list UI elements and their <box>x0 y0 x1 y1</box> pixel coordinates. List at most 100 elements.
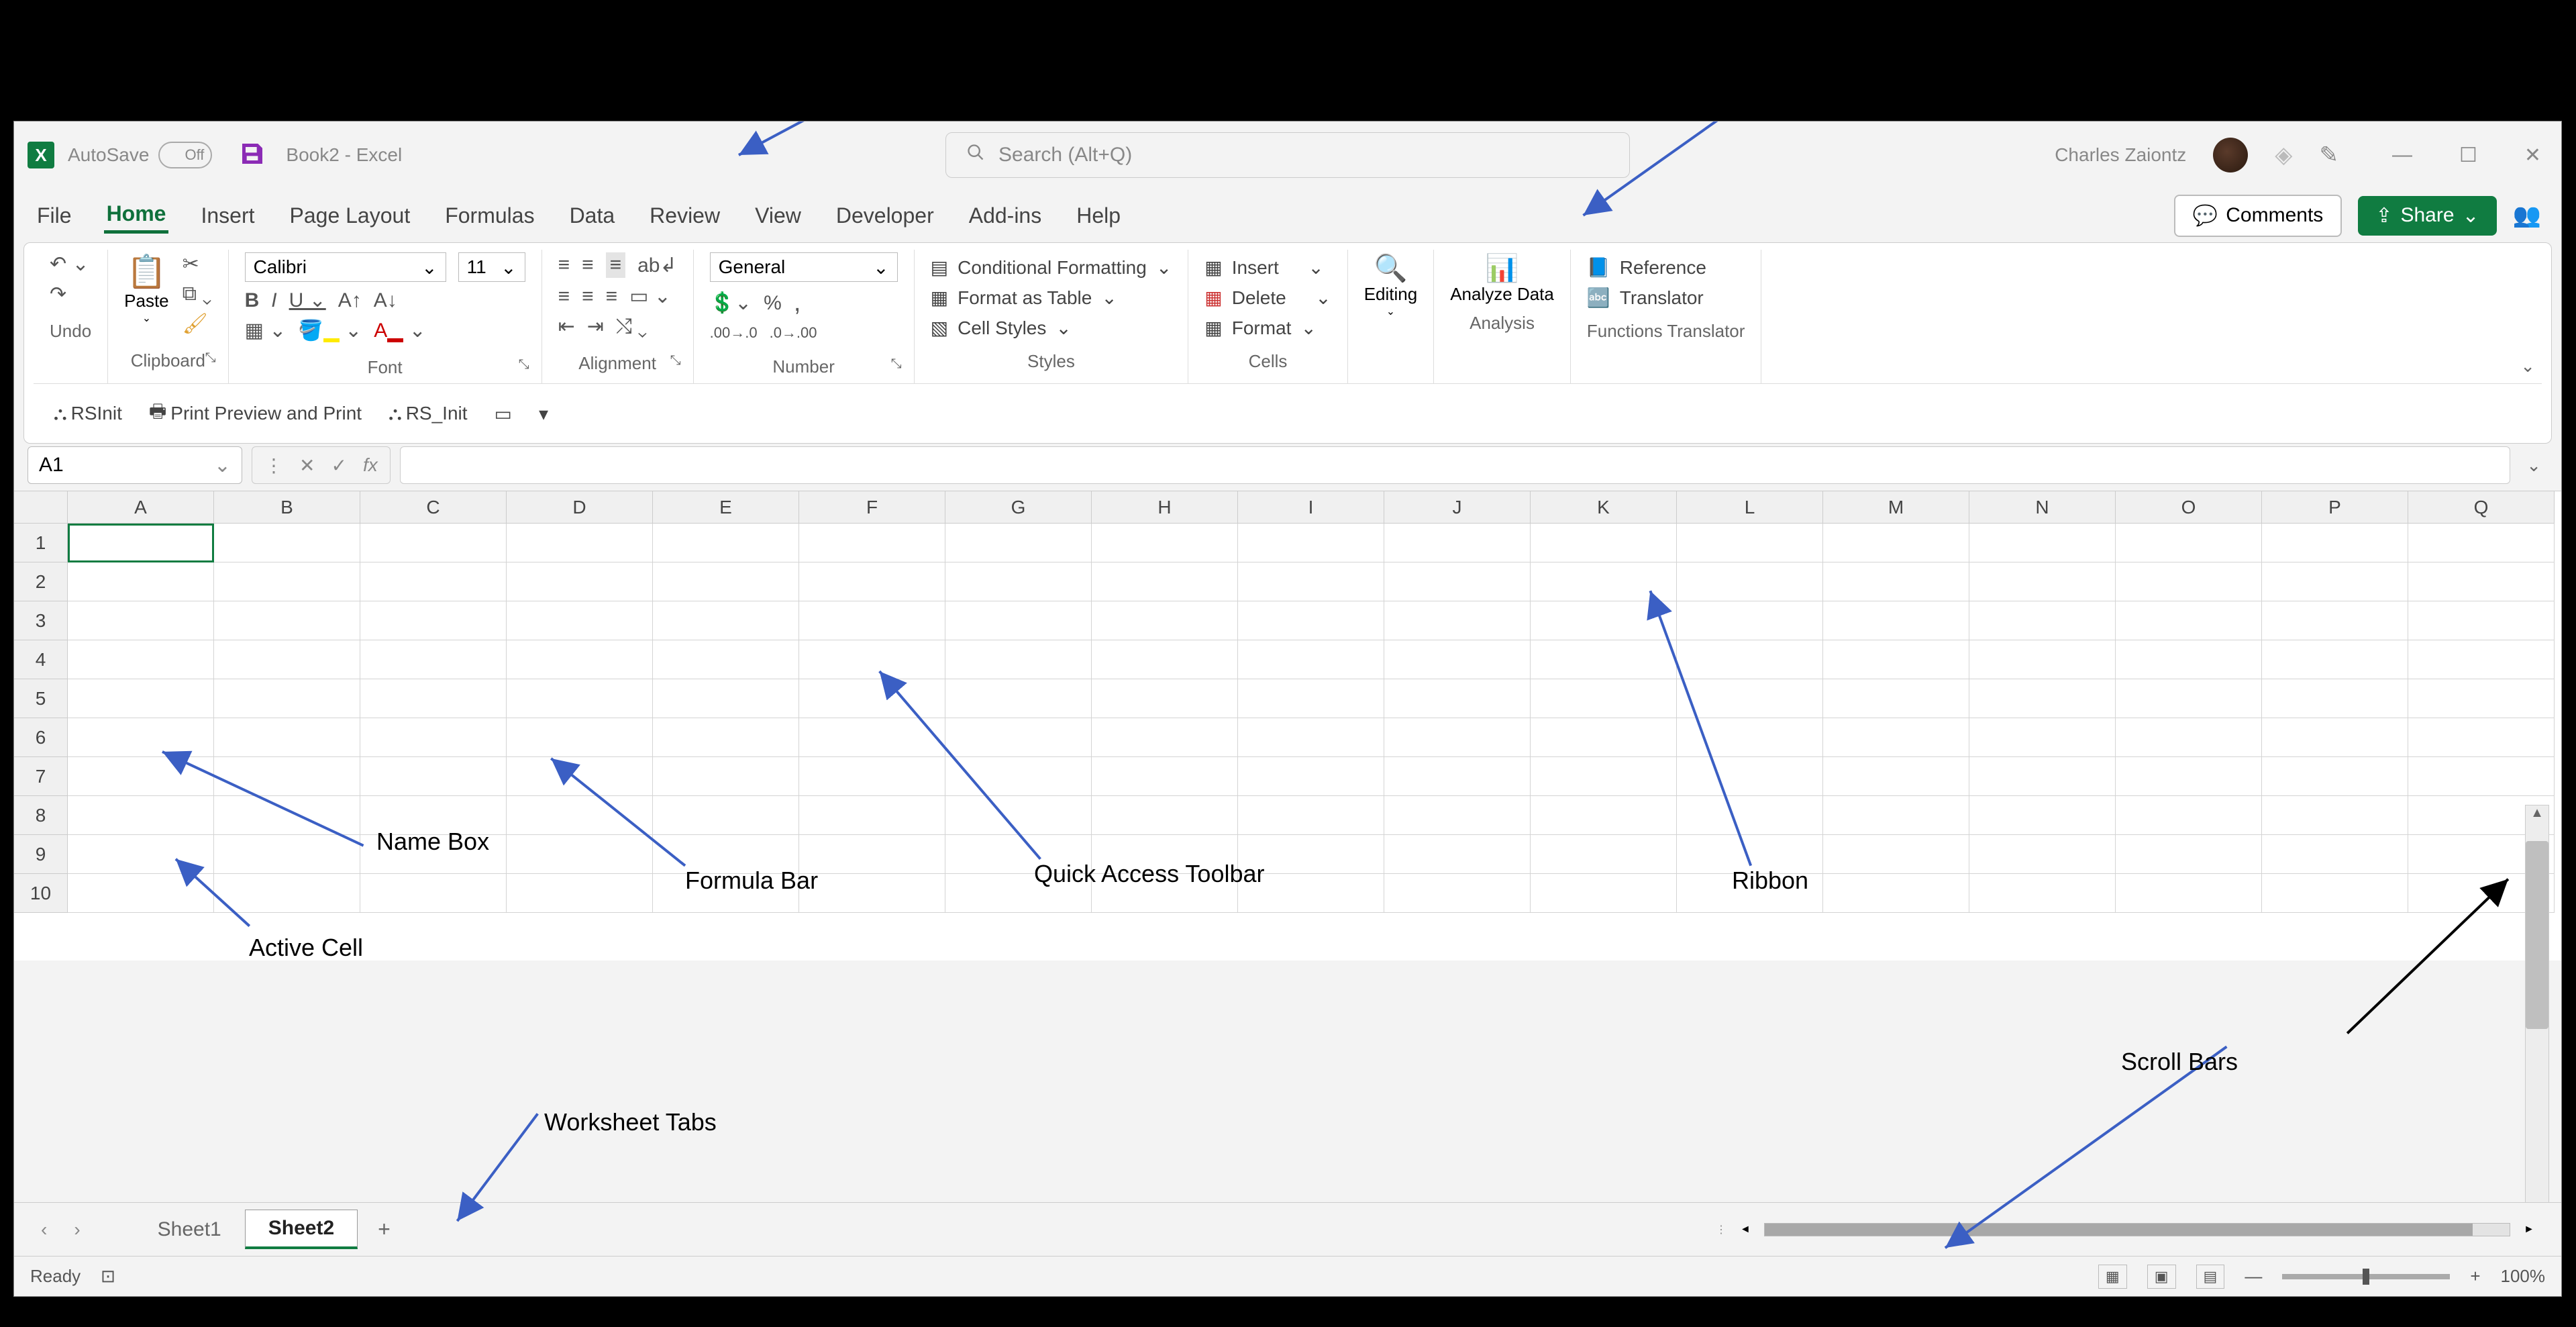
cell[interactable] <box>1531 874 1677 913</box>
cell[interactable] <box>2116 524 2262 562</box>
cell[interactable] <box>1677 718 1823 757</box>
cell[interactable] <box>2116 562 2262 601</box>
cell[interactable] <box>507 874 653 913</box>
cell[interactable] <box>360 640 507 679</box>
hscroll-thumb[interactable] <box>1765 1224 2473 1236</box>
cell[interactable] <box>653 562 799 601</box>
cell[interactable] <box>653 524 799 562</box>
accounting-icon[interactable]: 💲⌄ <box>710 291 752 315</box>
cell[interactable] <box>653 796 799 835</box>
add-sheet-button[interactable]: + <box>358 1217 411 1242</box>
cell[interactable] <box>2116 679 2262 718</box>
col-header-F[interactable]: F <box>799 491 945 524</box>
col-header-P[interactable]: P <box>2262 491 2408 524</box>
cell[interactable] <box>653 601 799 640</box>
cell[interactable] <box>945 640 1092 679</box>
cell[interactable] <box>2262 718 2408 757</box>
scroll-right-icon[interactable]: ► <box>2524 1224 2534 1236</box>
qat-form-icon[interactable]: ▭ <box>495 403 512 425</box>
cell[interactable] <box>1677 679 1823 718</box>
cell[interactable] <box>2262 874 2408 913</box>
cell[interactable] <box>799 835 945 874</box>
sheet-nav-right-icon[interactable]: › <box>60 1219 93 1240</box>
cell[interactable] <box>799 640 945 679</box>
insert-cells-button[interactable]: ▦Insert ⌄ <box>1204 252 1331 283</box>
col-header-L[interactable]: L <box>1677 491 1823 524</box>
cell[interactable] <box>945 601 1092 640</box>
cell[interactable] <box>1677 640 1823 679</box>
cell[interactable] <box>1677 524 1823 562</box>
cell[interactable] <box>1823 524 1969 562</box>
cell[interactable] <box>507 562 653 601</box>
cell[interactable] <box>1092 757 1238 796</box>
cell[interactable] <box>2116 874 2262 913</box>
cell[interactable] <box>1384 757 1531 796</box>
cell[interactable] <box>507 640 653 679</box>
cell[interactable] <box>1969 874 2116 913</box>
accessibility-icon[interactable]: ⊡ <box>101 1266 115 1287</box>
cell[interactable] <box>799 562 945 601</box>
cell[interactable] <box>1677 796 1823 835</box>
cell[interactable] <box>1677 601 1823 640</box>
reference-button[interactable]: 📘Reference <box>1587 252 1745 283</box>
dialog-launcher-icon[interactable]: ⤡ <box>519 357 529 373</box>
qat-rs-init[interactable]: ⛬RS_Init <box>389 403 467 425</box>
cell[interactable] <box>1531 524 1677 562</box>
cell[interactable] <box>1531 601 1677 640</box>
align-bottom-icon[interactable]: ≡ <box>606 252 626 278</box>
search-box[interactable]: Search (Alt+Q) <box>945 132 1630 178</box>
minimize-button[interactable]: — <box>2392 144 2412 167</box>
cell[interactable] <box>2408 679 2555 718</box>
undo-icon[interactable]: ↶ ⌄ <box>50 252 89 276</box>
cell[interactable] <box>68 874 214 913</box>
cell[interactable] <box>945 679 1092 718</box>
present-icon[interactable]: 👥 <box>2513 202 2541 229</box>
cell[interactable] <box>68 718 214 757</box>
row-header-4[interactable]: 4 <box>14 640 67 679</box>
cell[interactable] <box>1823 640 1969 679</box>
save-icon[interactable] <box>239 140 266 170</box>
cell[interactable] <box>2262 796 2408 835</box>
align-center-icon[interactable]: ≡ <box>582 285 594 308</box>
cell[interactable] <box>1969 640 2116 679</box>
cell[interactable] <box>2262 835 2408 874</box>
font-name-select[interactable]: Calibri⌄ <box>245 252 446 282</box>
autosave-toggle[interactable]: Off <box>158 142 212 168</box>
cell[interactable] <box>1969 601 2116 640</box>
percent-icon[interactable]: % <box>764 292 782 315</box>
sheet-nav-left-icon[interactable]: ‹ <box>28 1219 60 1240</box>
redo-icon[interactable]: ↷ <box>50 283 66 306</box>
cell[interactable] <box>2408 757 2555 796</box>
font-size-select[interactable]: 11⌄ <box>458 252 525 282</box>
row-header-6[interactable]: 6 <box>14 718 67 757</box>
row-header-1[interactable]: 1 <box>14 524 67 562</box>
align-right-icon[interactable]: ≡ <box>606 285 618 308</box>
orientation-icon[interactable]: ⤭ ⌄ <box>616 315 648 338</box>
increase-indent-icon[interactable]: ⇥ <box>587 315 604 338</box>
cell[interactable] <box>1092 601 1238 640</box>
cell[interactable] <box>214 679 360 718</box>
cell[interactable] <box>214 640 360 679</box>
cell[interactable] <box>1823 757 1969 796</box>
view-layout-icon[interactable]: ▣ <box>2147 1265 2176 1289</box>
tab-add-ins[interactable]: Add-ins <box>966 199 1045 232</box>
user-avatar[interactable] <box>2213 138 2248 173</box>
cell[interactable] <box>1238 640 1384 679</box>
share-button[interactable]: ⇪Share⌄ <box>2358 196 2496 236</box>
col-header-N[interactable]: N <box>1969 491 2116 524</box>
cell[interactable] <box>1969 562 2116 601</box>
row-header-9[interactable]: 9 <box>14 835 67 874</box>
col-header-H[interactable]: H <box>1092 491 1238 524</box>
paste-button[interactable]: 📋 Paste ⌄ <box>124 252 169 342</box>
decrease-indent-icon[interactable]: ⇤ <box>558 315 575 338</box>
cell[interactable] <box>1531 796 1677 835</box>
cell[interactable] <box>799 796 945 835</box>
comma-icon[interactable]: , <box>794 289 801 317</box>
merge-icon[interactable]: ▭ ⌄ <box>629 285 671 308</box>
cell[interactable] <box>2408 524 2555 562</box>
cell[interactable] <box>1823 679 1969 718</box>
enter-formula-icon[interactable]: ✓ <box>331 454 346 477</box>
fill-color-icon[interactable]: 🪣 ⌄ <box>298 319 362 342</box>
vscroll-thumb[interactable] <box>2526 841 2548 1029</box>
font-color-icon[interactable]: A ⌄ <box>374 319 426 342</box>
